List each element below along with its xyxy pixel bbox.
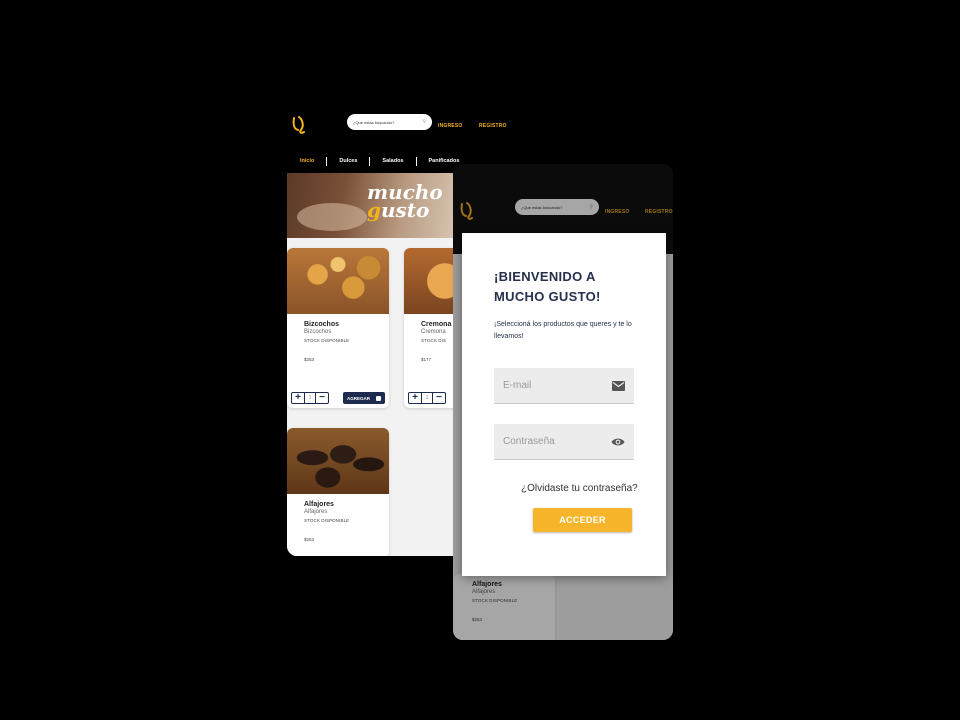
register-link[interactable]: REGISTRO: [479, 123, 507, 129]
password-field[interactable]: [494, 424, 634, 460]
menu-item-dulces[interactable]: Dulces: [339, 158, 357, 164]
email-field[interactable]: [494, 368, 634, 404]
menu-divider: [415, 156, 417, 166]
product-price: $253: [304, 537, 315, 542]
stock-status: STOCK DISPONIBLE: [304, 338, 350, 343]
minus-icon[interactable]: −: [316, 393, 328, 403]
forgot-password-link[interactable]: ¿Olvidaste tu contraseña?: [521, 483, 638, 494]
hero-title-line2: usto: [380, 198, 430, 222]
quantity-value[interactable]: 1: [304, 393, 316, 403]
menu-divider: [369, 156, 371, 166]
logo-icon[interactable]: [291, 114, 307, 136]
menu-item-inicio[interactable]: Inicio: [300, 158, 314, 164]
search-icon[interactable]: ⚲: [422, 119, 426, 125]
product-image: [287, 428, 389, 494]
quantity-stepper: + 1 −: [408, 392, 446, 404]
bag-icon: [376, 395, 382, 401]
minus-icon[interactable]: −: [433, 393, 445, 403]
quantity-stepper: + 1 −: [291, 392, 329, 404]
login-link[interactable]: INGRESO: [438, 123, 462, 129]
modal-subtitle: ¡Seleccioná los productos que queres y t…: [494, 321, 632, 340]
hero-title-accent: g: [367, 198, 381, 222]
hero-title: mucho gusto: [367, 182, 443, 222]
product-name: Alfajores: [304, 501, 334, 508]
hero-image-dough: [297, 203, 367, 231]
product-subtitle: Bizcochos: [304, 329, 332, 335]
header: ¿Que estas buscando? ⚲ INGRESO REGISTRO …: [287, 100, 517, 172]
add-button-label: AGREGAR: [347, 395, 371, 401]
submit-button[interactable]: ACCEDER: [533, 508, 632, 532]
eye-icon[interactable]: [611, 435, 625, 449]
modal-title: ¡BIENVENIDO A MUCHO GUSTO!: [494, 269, 601, 304]
plus-icon[interactable]: +: [292, 393, 304, 403]
menu-item-salados[interactable]: Salados: [382, 158, 403, 164]
product-name: Bizcochos: [304, 321, 340, 328]
login-modal: ¡BIENVENIDO A MUCHO GUSTO! ¡Seleccioná l…: [462, 233, 666, 576]
email-input[interactable]: [503, 380, 612, 391]
menu-divider: [326, 156, 328, 166]
search-input[interactable]: ¿Que estas buscando? ⚲: [347, 114, 432, 130]
stock-status: STOCK DISPONIBLE: [304, 518, 350, 523]
product-card-alfajores[interactable]: Alfajores Alfajores STOCK DISPONIBLE $25…: [287, 428, 389, 556]
mail-icon: [612, 379, 625, 393]
product-image: [287, 248, 389, 314]
product-subtitle: Alfajores: [304, 509, 328, 515]
search-placeholder: ¿Que estas buscando?: [353, 119, 395, 125]
product-card-bizcochos[interactable]: Bizcochos Bizcochos STOCK DISPONIBLE $25…: [287, 248, 389, 408]
product-price: $253: [304, 357, 315, 362]
plus-icon[interactable]: +: [409, 393, 421, 403]
quantity-value[interactable]: 1: [421, 393, 433, 403]
stage: ¿Que estas buscando? ⚲ INGRESO REGISTRO …: [0, 0, 960, 720]
password-input[interactable]: [503, 436, 611, 447]
add-to-cart-button[interactable]: AGREGAR: [343, 392, 386, 404]
